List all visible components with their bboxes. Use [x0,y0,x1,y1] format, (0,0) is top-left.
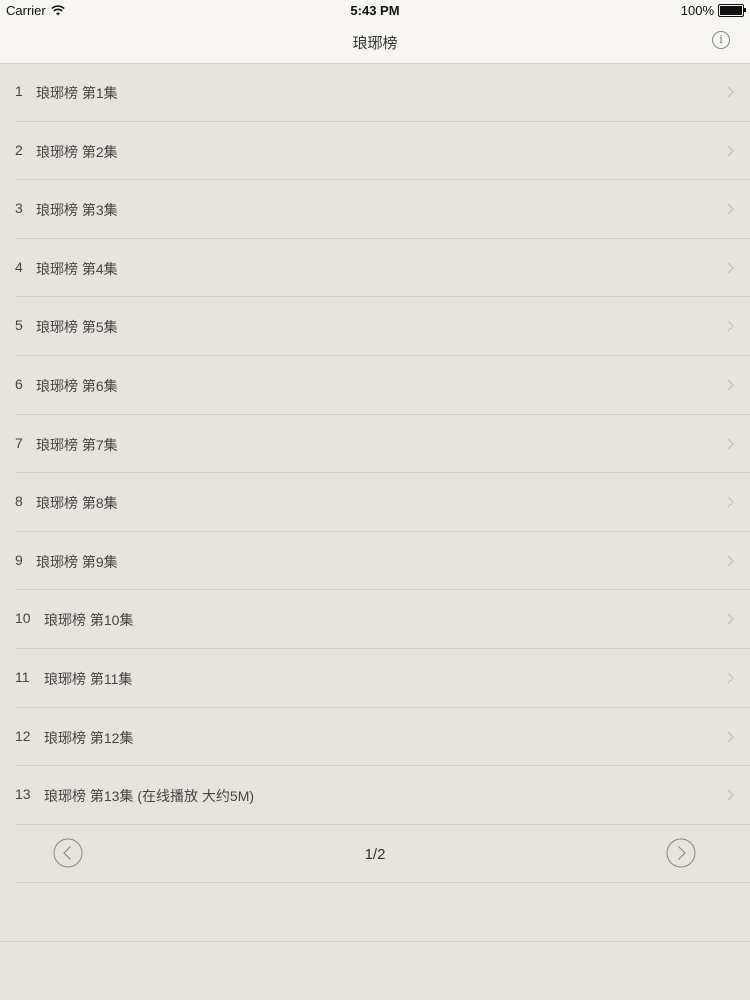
pager: 1/2 [0,825,750,884]
list-item[interactable]: 6 琅琊榜 第6集 [0,356,750,415]
episode-title: 琅琊榜 第7集 [36,436,118,453]
chevron-right-icon [727,730,735,743]
episode-number: 5 [15,317,23,334]
battery-percent: 100% [680,3,714,18]
list-item[interactable]: 4 琅琊榜 第4集 [0,239,750,298]
episode-title: 琅琊榜 第1集 [36,85,118,101]
status-right: 100% [680,3,746,18]
list-item[interactable]: 2 琅琊榜 第2集 [0,122,750,181]
episode-title: 琅琊榜 第8集 [36,495,118,512]
chevron-right-icon [727,144,735,157]
chevron-right-icon [727,378,735,391]
episode-title: 琅琊榜 第10集 [44,612,134,629]
list-item[interactable]: 12 琅琊榜 第12集 [0,708,750,767]
list-item[interactable]: 9 琅琊榜 第9集 [0,532,750,591]
battery-icon [718,4,746,17]
episode-number: 2 [15,141,23,158]
list-item[interactable]: 1 琅琊榜 第1集 [0,63,750,122]
episode-number: 3 [15,200,23,217]
episode-number: 10 [15,610,31,627]
episode-number: 1 [15,83,23,99]
episode-title: 琅琊榜 第3集 [36,202,118,219]
episode-number: 11 [15,668,30,685]
chevron-right-icon [727,671,735,684]
status-time: 5:43 PM [350,3,400,18]
episode-title: 琅琊榜 第2集 [36,143,118,160]
list-item[interactable]: 10 琅琊榜 第10集 [0,590,750,649]
chevron-right-icon [727,788,735,801]
episode-list: 1 琅琊榜 第1集 2 琅琊榜 第2集 3 琅琊榜 第3集 4 琅琊榜 第4集 5 琅琊榜 第5集… [0,63,750,942]
list-item[interactable]: 11 琅琊榜 第11集 [0,649,750,708]
circle-chevron-right-icon [666,838,696,868]
chevron-right-icon [727,319,735,332]
chevron-right-icon [727,261,735,274]
episode-title: 琅琊榜 第11集 [44,670,133,687]
empty-row [0,883,750,942]
nav-bar: 琅琊榜 i [0,20,750,64]
episode-title: 琅琊榜 第9集 [36,553,118,570]
chevron-right-icon [727,85,735,98]
page-indicator: 1/2 [364,845,386,863]
next-page-button[interactable] [666,838,696,868]
list-item[interactable]: 8 琅琊榜 第8集 [0,473,750,532]
episode-number: 4 [15,258,23,275]
episode-number: 9 [15,551,23,568]
list-item[interactable]: 7 琅琊榜 第7集 [0,415,750,474]
episode-title: 琅琊榜 第5集 [36,319,118,336]
episode-number: 12 [15,727,31,744]
list-item[interactable]: 3 琅琊榜 第3集 [0,180,750,239]
chevron-right-icon [727,612,735,625]
episode-number: 7 [15,434,23,451]
chevron-right-icon [727,202,735,215]
episode-number: 13 [15,786,31,803]
episode-title: 琅琊榜 第6集 [36,377,118,394]
episode-number: 8 [15,493,23,510]
chevron-right-icon [727,554,735,567]
chevron-right-icon [727,495,735,508]
chevron-right-icon [727,437,735,450]
list-item[interactable]: 5 琅琊榜 第5集 [0,297,750,356]
info-icon[interactable]: i [712,31,730,49]
episode-title: 琅琊榜 第13集 (在线播放 大约5M) [44,788,255,805]
episode-title: 琅琊榜 第12集 [44,729,134,746]
battery-fill [720,6,742,15]
status-bar: Carrier 5:43 PM 100% [0,0,750,20]
episode-number: 6 [15,375,23,392]
list-item[interactable]: 13 琅琊榜 第13集 (在线播放 大约5M) [0,766,750,825]
episode-title: 琅琊榜 第4集 [36,260,118,277]
page-title: 琅琊榜 [352,35,398,52]
